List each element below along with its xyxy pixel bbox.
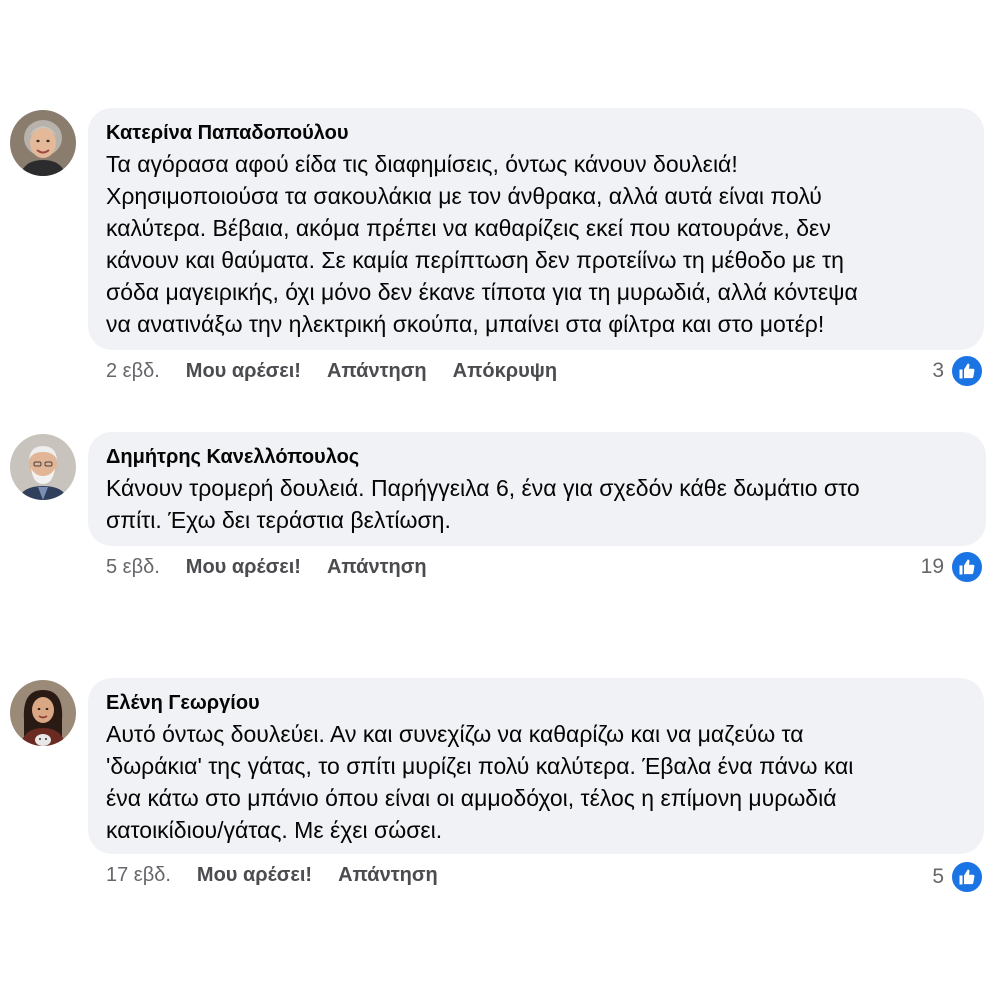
comment-bubble: Δημήτρης Κανελλόπουλος Κάνουν τρομερή δο… xyxy=(88,432,986,546)
comment-text: Κάνουν τρομερή δουλειά. Παρήγγειλα 6, έν… xyxy=(106,475,860,533)
young-woman-avatar-icon xyxy=(10,680,76,746)
comment-time[interactable]: 2 εβδ. xyxy=(106,360,160,383)
like-button[interactable]: Μου αρέσει! xyxy=(186,360,301,383)
comment-actions: 17 εβδ. Μου αρέσει! Απάντηση xyxy=(106,860,464,890)
comment-text: Αυτό όντως δουλεύει. Αν και συνεχίζω να … xyxy=(106,721,854,843)
reaction-summary[interactable]: 19 xyxy=(921,550,984,584)
comment-time[interactable]: 17 εβδ. xyxy=(106,864,171,887)
reaction-count: 3 xyxy=(932,359,944,382)
comment-bubble: Κατερίνα Παπαδοπούλου Τα αγόρασα αφού εί… xyxy=(88,108,984,350)
reply-button[interactable]: Απάντηση xyxy=(338,864,438,887)
like-button[interactable]: Μου αρέσει! xyxy=(197,864,312,887)
comment-text: Τα αγόρασα αφού είδα τις διαφημίσεις, όν… xyxy=(106,151,858,337)
elderly-woman-avatar-icon xyxy=(10,110,76,176)
hide-button[interactable]: Απόκρυψη xyxy=(453,360,557,383)
comment-actions: 5 εβδ. Μου αρέσει! Απάντηση xyxy=(106,552,453,582)
elderly-man-avatar-icon xyxy=(10,434,76,500)
like-icon xyxy=(950,354,984,388)
like-button[interactable]: Μου αρέσει! xyxy=(186,556,301,579)
reaction-count: 19 xyxy=(920,555,944,578)
reply-button[interactable]: Απάντηση xyxy=(327,556,427,579)
reaction-summary[interactable]: 3 xyxy=(932,354,984,388)
like-icon xyxy=(950,550,984,584)
avatar[interactable] xyxy=(10,680,76,746)
reaction-summary[interactable]: 5 xyxy=(932,860,984,894)
avatar[interactable] xyxy=(10,110,76,176)
avatar[interactable] xyxy=(10,434,76,500)
comment-actions: 2 εβδ. Μου αρέσει! Απάντηση Απόκρυψη xyxy=(106,356,583,386)
comment-bubble: Ελένη Γεωργίου Αυτό όντως δουλεύει. Αν κ… xyxy=(88,678,984,854)
comment-author[interactable]: Ελένη Γεωργίου xyxy=(106,690,966,716)
like-icon xyxy=(950,860,984,894)
reaction-count: 5 xyxy=(932,865,944,888)
reply-button[interactable]: Απάντηση xyxy=(327,360,427,383)
comment-author[interactable]: Κατερίνα Παπαδοπούλου xyxy=(106,120,966,146)
comment-author[interactable]: Δημήτρης Κανελλόπουλος xyxy=(106,444,968,470)
comment-time[interactable]: 5 εβδ. xyxy=(106,556,160,579)
